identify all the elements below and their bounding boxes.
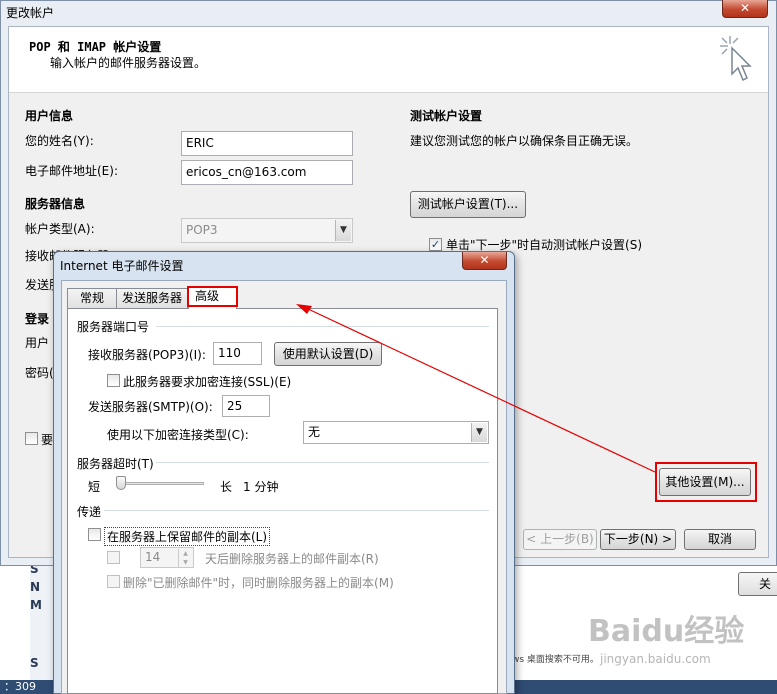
tab-outgoing-server[interactable]: 发送服务器 [116, 288, 188, 309]
checkbox-icon [107, 575, 120, 588]
desktop-search-message: ws 桌面搜索不可用。 [512, 655, 599, 665]
watermark-url: jingyan.baidu.com [600, 652, 711, 666]
encryption-type-value: 无 [308, 425, 321, 439]
auto-test-checkbox[interactable] [429, 237, 442, 251]
outgoing-port-label: 发送服务器(SMTP)(O): [88, 400, 213, 414]
user-label: 用户 [25, 336, 50, 350]
dialog-title: 更改帐户 [6, 6, 55, 20]
test-settings-section: 测试帐户设置 [410, 109, 483, 123]
timeout-short-label: 短 [88, 480, 101, 494]
require-spa-checkbox[interactable] [25, 432, 38, 448]
use-defaults-button[interactable]: 使用默认设置(D) [274, 342, 382, 366]
highlight-box [655, 462, 757, 502]
timeout-slider-track[interactable] [116, 482, 204, 485]
ports-group-label: 服务器端口号 [77, 320, 150, 334]
back-button[interactable]: < 上一步(B) [523, 529, 597, 550]
incoming-port-label: 接收服务器(POP3)(I): [88, 348, 206, 362]
highlight-box [187, 286, 238, 307]
timeout-slider-thumb[interactable] [116, 476, 126, 490]
timeout-long-label: 长 [220, 480, 233, 494]
cursor-sparkle-icon [718, 34, 758, 84]
next-button[interactable]: 下一步(N) > [600, 529, 676, 550]
group-divider [156, 326, 489, 327]
tab-general[interactable]: 常规 [67, 288, 117, 309]
account-type-label: 帐户类型(A): [25, 222, 95, 236]
outgoing-port-field[interactable]: 25 [222, 395, 270, 417]
keep-copy-checkbox[interactable] [88, 528, 101, 544]
delete-sync-label: 删除"已删除邮件"时，同时删除服务器上的副本(M) [123, 576, 394, 590]
login-info-section: 登录 [25, 312, 50, 326]
require-spa-label: 要 [41, 433, 54, 447]
inner-dialog-title: Internet 电子邮件设置 [60, 259, 184, 273]
timeout-value: 1 分钟 [243, 480, 279, 494]
cancel-button[interactable]: 取消 [684, 529, 756, 550]
close-icon[interactable]: ✕ [722, 0, 768, 18]
watermark: Baidu经验 [588, 614, 745, 649]
status-text: ：309 [4, 680, 36, 693]
group-divider [104, 510, 489, 511]
remove-days-value: 14 [145, 550, 161, 564]
name-label: 您的姓名(Y): [25, 134, 94, 148]
incoming-port-field[interactable]: 110 [213, 342, 262, 365]
encryption-type-label: 使用以下加密连接类型(C): [107, 428, 249, 442]
email-field[interactable]: ericos_cn@163.com [181, 160, 353, 185]
encryption-type-select[interactable]: 无 ▼ [303, 421, 489, 444]
checkbox-icon [107, 374, 120, 387]
checkbox-icon [88, 528, 101, 541]
checkbox-icon [25, 432, 38, 445]
remove-after-label: 天后删除服务器上的邮件副本(R) [205, 552, 379, 566]
group-divider [156, 462, 489, 463]
close-icon[interactable]: ✕ [462, 252, 507, 270]
header-subtitle: 输入帐户的邮件服务器设置。 [50, 56, 207, 70]
header-title: POP 和 IMAP 帐户设置 [29, 40, 162, 54]
name-field[interactable]: ERIC [181, 131, 353, 156]
keep-copy-label: 在服务器上保留邮件的副本(L) [104, 527, 271, 546]
test-account-button[interactable]: 测试帐户设置(T)... [410, 191, 526, 218]
ssl-checkbox[interactable] [107, 374, 120, 390]
email-label: 电子邮件地址(E): [25, 164, 118, 178]
remove-after-checkbox [107, 551, 120, 567]
password-label: 密码( [25, 366, 54, 380]
server-info-section: 服务器信息 [25, 197, 86, 211]
timeout-group-label: 服务器超时(T) [77, 457, 154, 471]
delete-sync-checkbox [107, 575, 120, 591]
background-close-button[interactable]: 关 [738, 572, 777, 596]
account-type-value: POP3 [186, 223, 218, 237]
account-type-select: POP3 ▼ [181, 218, 353, 243]
checkmark-icon [429, 238, 442, 251]
test-description: 建议您测试您的帐户以确保条目正确无误。 [410, 134, 639, 148]
spinner-icon: ▲ ▼ [178, 549, 192, 567]
user-info-section: 用户信息 [25, 109, 74, 123]
chevron-down-icon: ▼ [335, 220, 351, 241]
delivery-group-label: 传递 [77, 505, 102, 519]
chevron-down-icon: ▼ [471, 423, 487, 442]
ssl-label: 此服务器要求加密连接(SSL)(E) [123, 375, 292, 389]
remove-days-stepper: 14 ▲ ▼ [140, 547, 194, 568]
checkbox-icon [107, 551, 120, 564]
